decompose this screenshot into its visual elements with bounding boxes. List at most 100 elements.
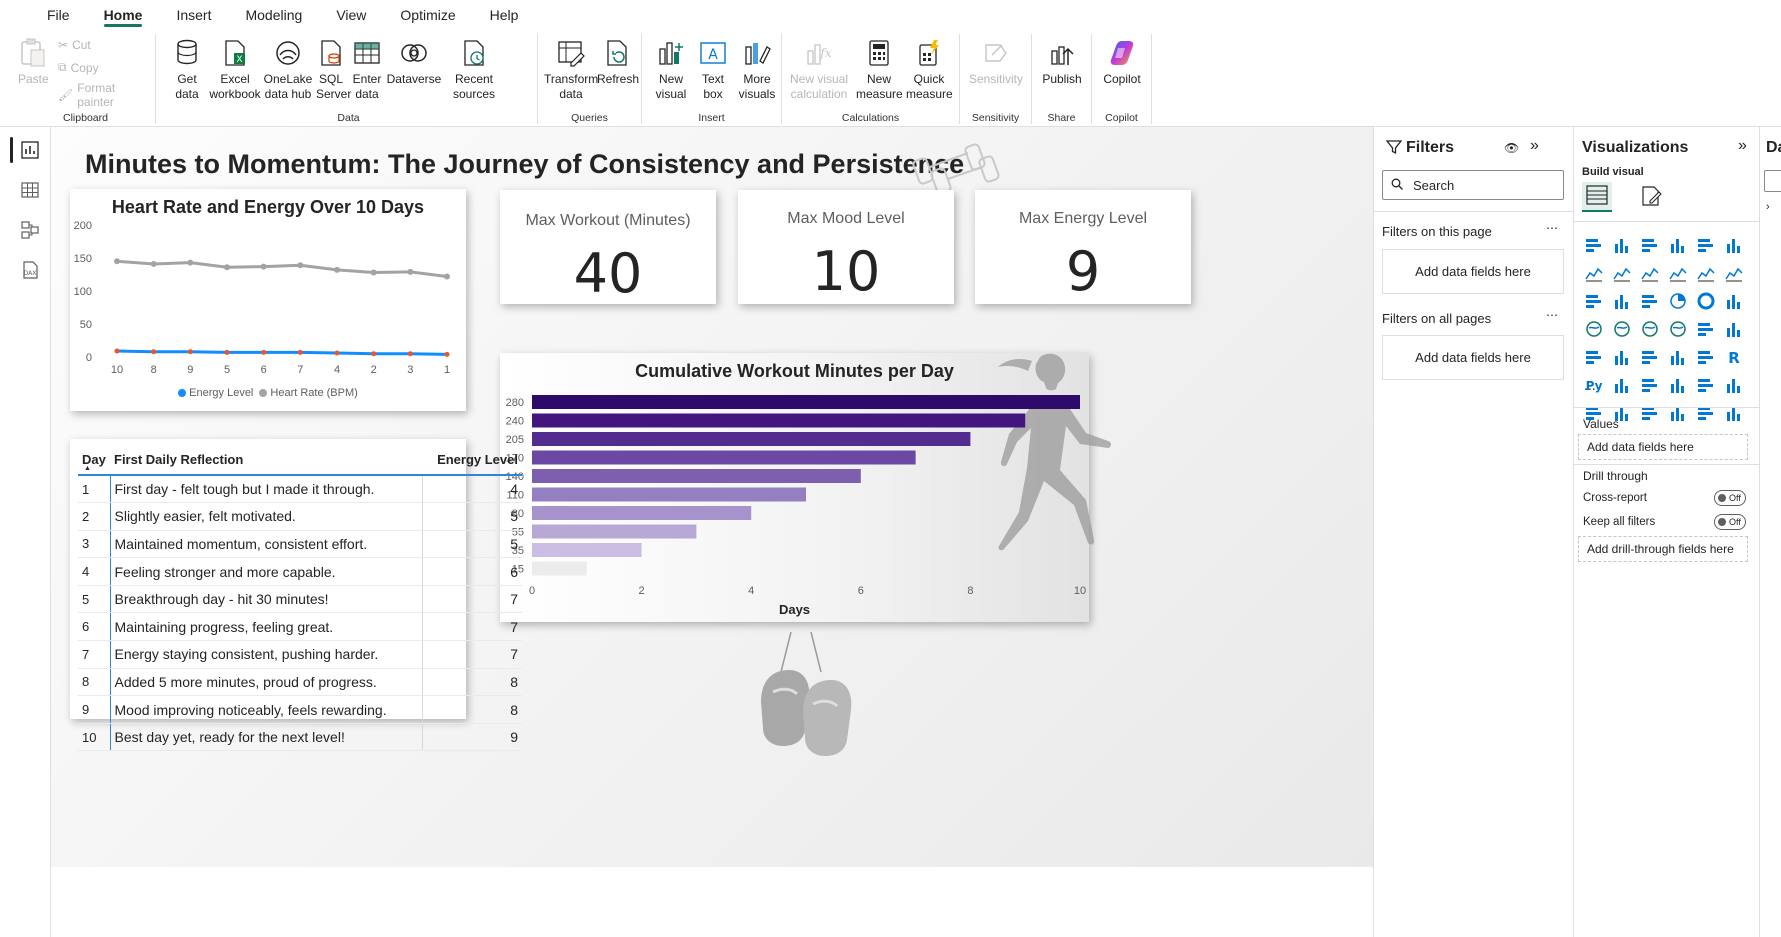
treemap-icon[interactable] [1720,287,1748,315]
filters-all-pages-drop-zone[interactable]: Add data fields here [1382,335,1564,380]
table-row[interactable]: 4 Feeling stronger and more capable. 6 [78,557,522,586]
kpi-card-max-mood[interactable]: Max Mood Level 10 [738,190,954,304]
legend-heart-rate[interactable]: Heart Rate (BPM) [259,387,358,399]
r-visual-icon[interactable]: R [1720,343,1748,371]
data-point[interactable] [444,273,450,280]
table-row[interactable]: 7 Energy staying consistent, pushing hard… [78,640,522,669]
refresh-button[interactable]: Refresh [597,38,639,87]
data-point[interactable] [370,269,377,276]
data-point[interactable] [371,351,377,357]
data-point[interactable] [407,351,413,357]
text-box-button[interactable]: A Text box [698,38,728,102]
menu-file[interactable]: File [30,0,87,30]
chevron-icon[interactable] [1720,399,1748,427]
data-point[interactable] [334,350,340,356]
line-icon[interactable] [1580,259,1608,287]
data-point[interactable] [187,259,194,266]
kpi-card-max-workout[interactable]: Max Workout (Minutes) 40 [500,190,716,305]
more-visuals-ellipsis[interactable]: ... [1584,377,1596,393]
100-column-icon[interactable] [1720,231,1748,259]
new-measure-button[interactable]: New measure [856,38,903,102]
menu-view[interactable]: View [319,0,383,30]
dataverse-button[interactable]: Dataverse [386,38,442,87]
menu-insert[interactable]: Insert [159,0,228,30]
narrative-icon[interactable] [1692,371,1720,399]
collapse-visualizations-icon[interactable]: » [1738,137,1747,155]
copilot-button[interactable]: Copilot [1098,38,1146,87]
data-point[interactable] [224,264,230,271]
automate-icon[interactable] [1636,399,1664,427]
bar[interactable] [532,469,861,483]
table-row[interactable]: 8 Added 5 more minutes, proud of progress… [78,668,522,697]
map-icon[interactable] [1580,315,1608,343]
area-icon[interactable] [1608,259,1636,287]
qa-icon[interactable] [1664,371,1692,399]
bar[interactable] [532,543,642,557]
bar[interactable] [532,506,752,520]
kpi-icon[interactable] [1608,343,1636,371]
model-view-icon[interactable] [20,220,40,240]
table-row[interactable]: 10 Best day yet, ready for the next level… [78,723,522,752]
quick-measure-button[interactable]: Quick measure [906,38,953,102]
table-row[interactable]: 3 Maintained momentum, consistent effort.… [78,530,522,559]
data-point[interactable] [297,349,303,355]
filters-search-box[interactable]: Search [1382,170,1564,200]
format-visual-tab[interactable] [1636,182,1666,212]
data-point[interactable] [261,349,267,355]
onelake-button[interactable]: OneLake data hub [260,38,316,102]
collapse-filters-icon[interactable]: » [1530,137,1539,155]
table-icon[interactable] [1664,343,1692,371]
col-header-day[interactable]: Day ▲ [78,445,110,476]
data-point[interactable] [151,349,157,355]
publish-button[interactable]: Publish [1038,38,1086,87]
decomposition-tree-icon[interactable] [1636,371,1664,399]
funnel-icon[interactable] [1608,287,1636,315]
cross-report-toggle[interactable]: Off [1714,490,1746,506]
menu-modeling[interactable]: Modeling [228,0,319,30]
data-search-box[interactable] [1764,170,1781,192]
filters-page-drop-zone[interactable]: Add data fields here [1382,249,1564,294]
excel-workbook-button[interactable]: X Excel workbook [209,38,261,102]
eye-icon[interactable]: 👁 [1504,141,1519,155]
bar[interactable] [532,432,971,446]
keep-all-filters-toggle[interactable]: Off [1714,514,1746,530]
bar[interactable] [532,561,587,576]
multirow-card-icon[interactable] [1580,343,1608,371]
data-point[interactable] [407,268,414,275]
donut-icon[interactable] [1692,287,1720,315]
recent-sources-button[interactable]: Recent sources [444,38,504,102]
waterfall-icon[interactable] [1580,287,1608,315]
more-visuals-button[interactable]: More visuals [734,38,780,102]
values-drop-zone[interactable]: Add data fields here [1578,434,1748,460]
bar[interactable] [532,395,1080,409]
legend-energy[interactable]: Energy Level [178,387,253,399]
get-data-button[interactable]: Get data [170,38,204,102]
data-point[interactable] [114,348,120,354]
100-bar-icon[interactable] [1692,231,1720,259]
series-line[interactable] [116,259,448,278]
new-visual-calc-button[interactable]: fx New visual calculation [786,38,852,102]
gauge-icon[interactable] [1692,315,1720,343]
shape-map-icon[interactable] [1636,315,1664,343]
filled-map-icon[interactable] [1608,315,1636,343]
more-options-icon[interactable]: ⋯ [1546,221,1558,235]
menu-home[interactable]: Home [87,0,160,30]
ribbon-icon[interactable] [1664,259,1692,287]
table-row[interactable]: 1 First day - felt tough but I made it th… [78,475,522,504]
data-point[interactable] [260,263,267,270]
reflection-table-visual[interactable]: Day ▲ First Daily Reflection Energy Level… [70,439,522,752]
transform-data-button[interactable]: Transform data [544,38,598,102]
data-point[interactable] [444,351,450,357]
expand-chevron-icon[interactable]: › [1766,201,1770,213]
table-view-icon[interactable] [20,180,40,200]
line-column-icon[interactable] [1692,259,1720,287]
card-icon[interactable] [1720,315,1748,343]
drill-through-drop-zone[interactable]: Add drill-through fields here [1578,536,1748,562]
key-influencers-icon[interactable] [1608,371,1636,399]
table-row[interactable]: 9 Mood improving noticeably, feels reward… [78,695,522,724]
menu-help[interactable]: Help [473,0,536,30]
cut-button[interactable]: ✂ Cut [58,38,91,52]
data-point[interactable] [224,349,230,355]
goals-icon[interactable] [1720,371,1748,399]
series-line[interactable] [116,349,448,356]
